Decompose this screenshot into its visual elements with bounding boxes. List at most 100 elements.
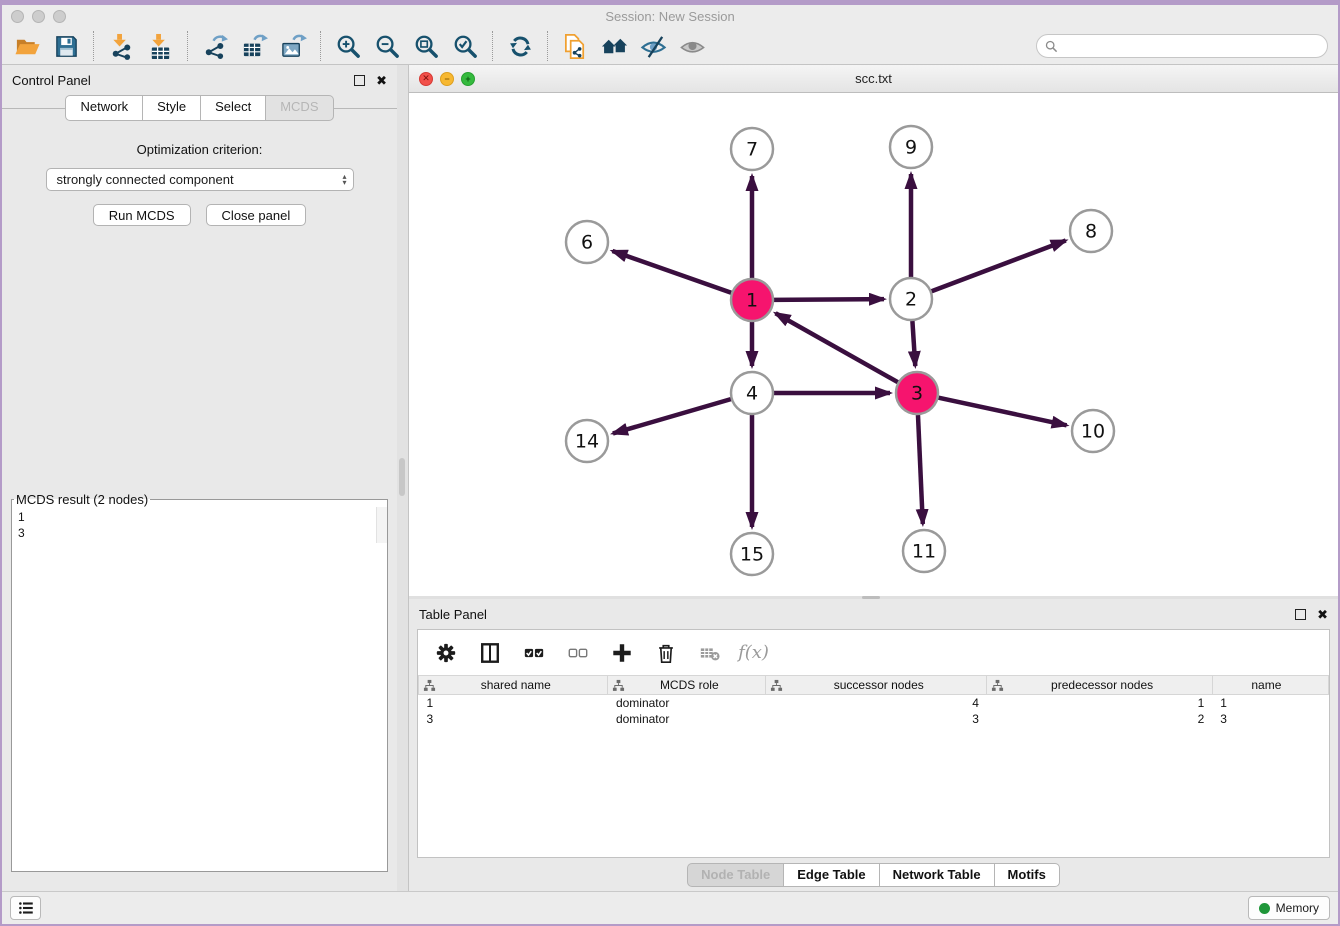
tab-select[interactable]: Select <box>201 95 266 121</box>
search-box[interactable] <box>1036 34 1328 58</box>
tab-style[interactable]: Style <box>143 95 201 121</box>
network-view[interactable]: 7968124314101511 <box>409 93 1338 596</box>
import-table-icon[interactable] <box>145 32 175 60</box>
column-label: successor nodes <box>783 678 982 692</box>
graph-edge-3-1[interactable] <box>776 313 898 382</box>
export-table-icon[interactable] <box>239 32 269 60</box>
mcds-tab-content: Optimization criterion: strongly connect… <box>2 121 397 891</box>
node-table-container: f(x) shared name MCDS role successor nodes… <box>417 629 1330 858</box>
toolbar-separator <box>93 31 94 61</box>
cell-name-row1[interactable]: 1 <box>1212 695 1328 711</box>
search-input[interactable] <box>1063 39 1319 53</box>
cell-successor-nodes-row1[interactable]: 4 <box>766 695 987 711</box>
column-label: name <box>1217 678 1324 692</box>
cell-predecessor-nodes-row1[interactable]: 1 <box>987 695 1212 711</box>
table-row[interactable]: 3dominator323 <box>419 711 1329 727</box>
network-close-icon[interactable]: ✕ <box>419 72 433 86</box>
cell-predecessor-nodes-row2[interactable]: 2 <box>987 711 1212 727</box>
zoom-out-icon[interactable] <box>372 32 402 60</box>
horizontal-splitter[interactable] <box>409 596 1338 599</box>
delete-table-icon[interactable] <box>698 641 721 664</box>
cell-successor-nodes-row2[interactable]: 3 <box>766 711 987 727</box>
graph-edge-3-10[interactable] <box>939 398 1067 426</box>
cell-shared-name-row1[interactable]: 1 <box>419 695 608 711</box>
table-row[interactable]: 1dominator411 <box>419 695 1329 711</box>
show-all-icon[interactable] <box>677 32 707 60</box>
graph-node-label-3: 3 <box>911 383 923 405</box>
tab-edge-table[interactable]: Edge Table <box>784 863 879 887</box>
export-image-icon[interactable] <box>278 32 308 60</box>
column-header-MCDS-role[interactable]: MCDS role <box>608 676 766 695</box>
network-graph[interactable]: 7968124314101511 <box>409 93 1338 596</box>
tab-motifs[interactable]: Motifs <box>995 863 1060 887</box>
close-panel-button[interactable]: Close panel <box>206 204 307 226</box>
close-panel-icon[interactable]: ✖ <box>376 74 387 87</box>
result-scrollbar[interactable] <box>376 507 387 543</box>
toolbar-separator <box>547 31 548 61</box>
float-panel-icon[interactable] <box>354 75 365 86</box>
graph-edge-1-6[interactable] <box>612 251 731 293</box>
cell-name-row2[interactable]: 3 <box>1212 711 1328 727</box>
mcds-button-row: Run MCDS Close panel <box>2 204 397 226</box>
run-mcds-button[interactable]: Run MCDS <box>93 204 191 226</box>
control-panel-tabs: NetworkStyleSelectMCDS <box>2 95 397 121</box>
save-session-icon[interactable] <box>51 32 81 60</box>
column-label: shared name <box>436 678 603 692</box>
tab-network[interactable]: Network <box>65 95 143 121</box>
column-header-name[interactable]: name <box>1212 676 1328 695</box>
status-bar: Memory <box>2 891 1338 924</box>
zoom-fit-icon[interactable] <box>411 32 441 60</box>
select-all-checkbox-icon[interactable] <box>522 641 545 664</box>
graph-edge-4-14[interactable] <box>613 399 731 433</box>
optimization-criterion-label: Optimization criterion: <box>2 142 397 157</box>
graph-edge-3-11[interactable] <box>918 415 923 524</box>
network-window-title: scc.txt <box>409 71 1338 86</box>
open-file-icon[interactable] <box>12 32 42 60</box>
zoom-selected-icon[interactable] <box>450 32 480 60</box>
cell-shared-name-row2[interactable]: 3 <box>419 711 608 727</box>
splitter-thumb[interactable] <box>399 458 405 496</box>
hierarchy-icon <box>991 679 1004 692</box>
splitter-thumb[interactable] <box>862 596 880 599</box>
network-minimize-icon[interactable]: − <box>440 72 454 86</box>
panel-list-button[interactable] <box>10 896 41 920</box>
graph-node-label-7: 7 <box>746 139 758 161</box>
vertical-splitter[interactable] <box>397 65 408 891</box>
zoom-in-icon[interactable] <box>333 32 363 60</box>
first-neighbors-icon[interactable] <box>599 32 629 60</box>
function-builder-icon[interactable]: f(x) <box>742 641 765 664</box>
refresh-view-icon[interactable] <box>505 32 535 60</box>
network-maximize-icon[interactable]: + <box>461 72 475 86</box>
column-header-predecessor-nodes[interactable]: predecessor nodes <box>987 676 1212 695</box>
optimization-criterion-select[interactable]: strongly connected component ▴▾ <box>46 168 354 191</box>
gear-icon[interactable] <box>434 641 457 664</box>
table-panel-header: Table Panel ✖ <box>409 599 1338 629</box>
deselect-all-checkbox-icon[interactable] <box>566 641 589 664</box>
close-panel-icon[interactable]: ✖ <box>1317 608 1328 621</box>
column-header-successor-nodes[interactable]: successor nodes <box>766 676 987 695</box>
tab-mcds[interactable]: MCDS <box>266 95 333 121</box>
columns-icon[interactable] <box>478 641 501 664</box>
import-network-icon[interactable] <box>106 32 136 60</box>
table-panel: Table Panel ✖ <box>409 599 1338 891</box>
memory-button[interactable]: Memory <box>1248 896 1330 920</box>
tab-network-table[interactable]: Network Table <box>880 863 995 887</box>
graph-edge-2-8[interactable] <box>932 241 1066 292</box>
graph-node-label-11: 11 <box>912 541 936 563</box>
table-panel-title: Table Panel <box>419 607 1295 622</box>
add-row-icon[interactable] <box>610 641 633 664</box>
cell-MCDS-role-row1[interactable]: dominator <box>608 695 766 711</box>
new-network-from-selection-icon[interactable] <box>560 32 590 60</box>
node-table[interactable]: shared name MCDS role successor nodes prede… <box>418 675 1329 727</box>
graph-edge-1-2[interactable] <box>774 299 884 300</box>
export-network-icon[interactable] <box>200 32 230 60</box>
hide-selected-icon[interactable] <box>638 32 668 60</box>
float-panel-icon[interactable] <box>1295 609 1306 620</box>
graph-edge-2-3[interactable] <box>912 321 915 366</box>
column-header-shared-name[interactable]: shared name <box>419 676 608 695</box>
tab-node-table[interactable]: Node Table <box>687 863 784 887</box>
delete-row-trash-icon[interactable] <box>654 641 677 664</box>
network-window-titlebar: scc.txt ✕ − + <box>409 65 1338 93</box>
cell-MCDS-role-row2[interactable]: dominator <box>608 711 766 727</box>
graph-node-label-2: 2 <box>905 289 917 311</box>
